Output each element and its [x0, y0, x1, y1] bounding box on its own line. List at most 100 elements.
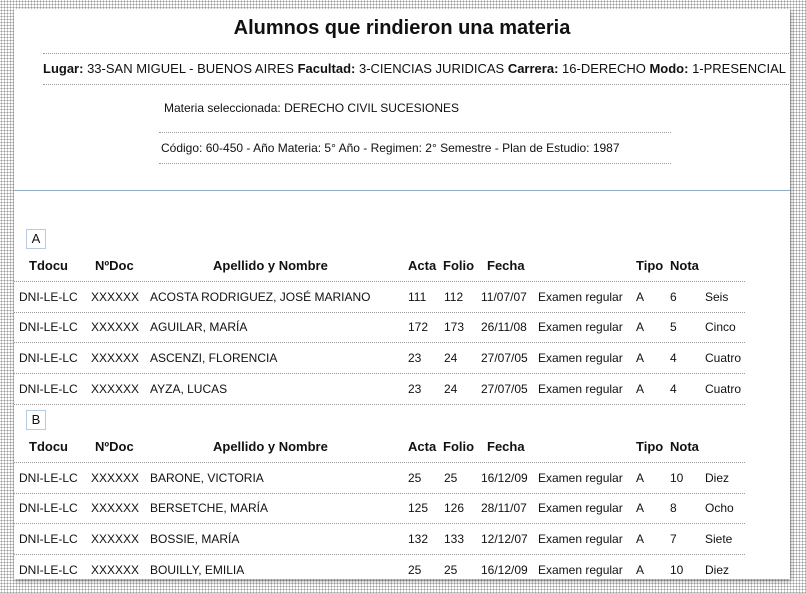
cell-acta: 172	[408, 320, 429, 334]
cell-ndoc: XXXXXX	[91, 320, 140, 334]
cell-nota-texto: Siete	[705, 532, 733, 546]
cell-tdocu: DNI-LE-LC	[19, 501, 78, 515]
cell-tipo: A	[636, 471, 645, 485]
cell-fecha: 27/07/05	[481, 351, 528, 365]
cell-ndoc: XXXXXX	[91, 563, 140, 577]
col-acta: Acta	[408, 258, 437, 273]
cell-nota-texto: Cinco	[705, 320, 736, 334]
cell-acta: 25	[408, 563, 422, 577]
cell-tdocu: DNI-LE-LC	[19, 320, 78, 334]
cell-ndoc: XXXXXX	[91, 532, 140, 546]
cell-acta: 125	[408, 501, 429, 515]
table-row: DNI-LE-LC XXXXXX ACOSTA RODRIGUEZ, JOSÉ …	[14, 281, 745, 313]
cell-nota: 7	[670, 532, 677, 546]
cell-fecha: 27/07/05	[481, 382, 528, 396]
col-apellido-nombre: Apellido y Nombre	[213, 439, 328, 454]
cell-tdocu: DNI-LE-LC	[19, 532, 78, 546]
facultad-label: Facultad:	[297, 61, 356, 76]
cell-examen: Examen regular	[538, 382, 623, 396]
cell-folio: 173	[444, 320, 465, 334]
cell-folio: 126	[444, 501, 465, 515]
carrera-label: Carrera:	[507, 61, 559, 76]
cell-nota: 10	[670, 563, 684, 577]
cell-tdocu: DNI-LE-LC	[19, 471, 78, 485]
modo-label: Modo:	[649, 61, 689, 76]
col-acta: Acta	[408, 439, 437, 454]
cell-ndoc: XXXXXX	[91, 382, 140, 396]
modo-value: 1-PRESENCIAL	[692, 61, 786, 76]
cell-nota-texto: Cuatro	[705, 351, 742, 365]
cell-nombre: BERSETCHE, MARÍA	[150, 501, 269, 515]
cell-nota-texto: Diez	[705, 471, 730, 485]
table-row: DNI-LE-LC XXXXXX BOUILLY, EMILIA 25 25 1…	[14, 555, 745, 579]
cell-tipo: A	[636, 290, 645, 304]
cell-tdocu: DNI-LE-LC	[19, 351, 78, 365]
col-ndoc: NºDoc	[95, 258, 134, 273]
table-row: DNI-LE-LC XXXXXX AYZA, LUCAS 23 24 27/07…	[14, 374, 745, 405]
cell-nota: 6	[670, 290, 677, 304]
cell-folio: 25	[444, 563, 458, 577]
cell-folio: 133	[444, 532, 465, 546]
info-line: Lugar: 33-SAN MIGUEL - BUENOS AIRES Facu…	[43, 53, 789, 85]
table-row: DNI-LE-LC XXXXXX BOSSIE, MARÍA 132 133 1…	[14, 524, 745, 555]
group-label-b: B	[26, 410, 46, 430]
cell-tipo: A	[636, 532, 645, 546]
cell-acta: 23	[408, 382, 422, 396]
cell-ndoc: XXXXXX	[91, 471, 140, 485]
col-fecha: Fecha	[487, 258, 525, 273]
cell-fecha: 12/12/07	[481, 532, 528, 546]
table-row: DNI-LE-LC XXXXXX AGUILAR, MARÍA 172 173 …	[14, 312, 745, 343]
cell-nombre: BOUILLY, EMILIA	[150, 563, 245, 577]
cell-examen: Examen regular	[538, 532, 623, 546]
cell-fecha: 11/07/07	[481, 290, 527, 304]
cell-acta: 25	[408, 471, 422, 485]
cell-examen: Examen regular	[538, 290, 623, 304]
cell-tipo: A	[636, 320, 645, 334]
cell-nota-texto: Seis	[705, 290, 729, 304]
col-nota: Nota	[670, 258, 699, 273]
table-row: DNI-LE-LC XXXXXX ASCENZI, FLORENCIA 23 2…	[14, 343, 745, 374]
cell-acta: 23	[408, 351, 422, 365]
cell-fecha: 26/11/08	[481, 320, 527, 334]
facultad-value: 3-CIENCIAS JURIDICAS	[358, 61, 505, 76]
cell-examen: Examen regular	[538, 351, 623, 365]
cell-nota: 5	[670, 320, 677, 334]
cell-tipo: A	[636, 563, 645, 577]
report-page: Alumnos que rindieron una materia Lugar:…	[14, 9, 790, 579]
cell-ndoc: XXXXXX	[91, 290, 140, 304]
cell-folio: 112	[444, 290, 464, 304]
col-nota: Nota	[670, 439, 699, 454]
cell-nota: 8	[670, 501, 677, 515]
cell-nombre: ASCENZI, FLORENCIA	[150, 351, 278, 365]
col-tipo: Tipo	[636, 439, 664, 454]
cell-tipo: A	[636, 351, 645, 365]
cell-folio: 24	[444, 382, 458, 396]
cell-fecha: 16/12/09	[481, 471, 528, 485]
cell-examen: Examen regular	[538, 563, 623, 577]
cell-tipo: A	[636, 382, 645, 396]
lugar-value: 33-SAN MIGUEL - BUENOS AIRES	[87, 61, 294, 76]
table-row: DNI-LE-LC XXXXXX BARONE, VICTORIA 25 25 …	[14, 462, 745, 494]
group-label-a: A	[26, 229, 46, 249]
cell-tdocu: DNI-LE-LC	[19, 382, 78, 396]
codigo-materia: Código: 60-450 - Año Materia: 5° Año - R…	[159, 132, 671, 164]
cell-nombre: ACOSTA RODRIGUEZ, JOSÉ MARIANO	[150, 290, 371, 304]
cell-acta: 132	[408, 532, 429, 546]
cell-nombre: AGUILAR, MARÍA	[150, 320, 248, 334]
cell-fecha: 28/11/07	[481, 501, 527, 515]
cell-examen: Examen regular	[538, 471, 623, 485]
lugar-label: Lugar:	[43, 61, 84, 76]
cell-ndoc: XXXXXX	[91, 351, 140, 365]
cell-nota: 10	[670, 471, 684, 485]
cell-tipo: A	[636, 501, 645, 515]
cell-tdocu: DNI-LE-LC	[19, 290, 78, 304]
cell-fecha: 16/12/09	[481, 563, 528, 577]
cell-nota: 4	[670, 351, 677, 365]
section-divider	[14, 190, 790, 191]
cell-ndoc: XXXXXX	[91, 501, 140, 515]
cell-nombre: AYZA, LUCAS	[150, 382, 228, 396]
col-apellido-nombre: Apellido y Nombre	[213, 258, 328, 273]
col-ndoc: NºDoc	[95, 439, 134, 454]
col-folio: Folio	[443, 258, 475, 273]
cell-nota: 4	[670, 382, 677, 396]
